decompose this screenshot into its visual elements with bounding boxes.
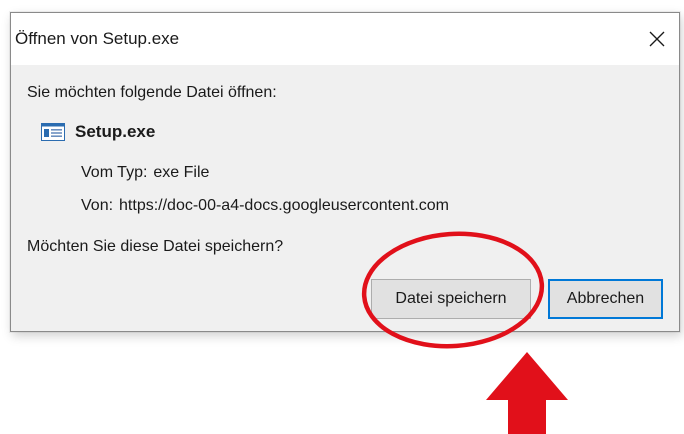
- file-type-label: Vom Typ:: [81, 164, 148, 181]
- file-name: Setup.exe: [75, 122, 156, 141]
- dialog-title: Öffnen von Setup.exe: [15, 29, 180, 48]
- file-source-row: Von: https://doc-00-a4-docs.googleusercon…: [81, 197, 449, 215]
- title-bar: Öffnen von Setup.exe: [11, 13, 679, 65]
- file-source-label: Von:: [81, 197, 114, 214]
- file-source-url: https://doc-00-a4-docs.googleusercontent…: [119, 197, 449, 214]
- exe-file-icon: [41, 123, 65, 141]
- red-arrow-icon: [486, 352, 568, 434]
- file-download-dialog: Öffnen von Setup.exe Sie möchten folgend…: [10, 12, 680, 332]
- dialog-content: Sie möchten folgende Datei öffnen: Setup…: [11, 65, 679, 331]
- save-file-button[interactable]: Datei speichern: [371, 279, 531, 319]
- open-prompt-text: Sie möchten folgende Datei öffnen:: [27, 84, 277, 101]
- file-info-row: Setup.exe: [41, 122, 155, 142]
- file-type-row: Vom Typ: exe File: [81, 164, 209, 182]
- close-button[interactable]: [639, 21, 675, 57]
- close-icon: [649, 31, 665, 47]
- screenshot-stage: Öffnen von Setup.exe Sie möchten folgend…: [0, 0, 684, 434]
- file-type-value: exe File: [153, 164, 210, 181]
- cancel-button[interactable]: Abbrechen: [548, 279, 663, 319]
- save-question-text: Möchten Sie diese Datei speichern?: [27, 238, 284, 255]
